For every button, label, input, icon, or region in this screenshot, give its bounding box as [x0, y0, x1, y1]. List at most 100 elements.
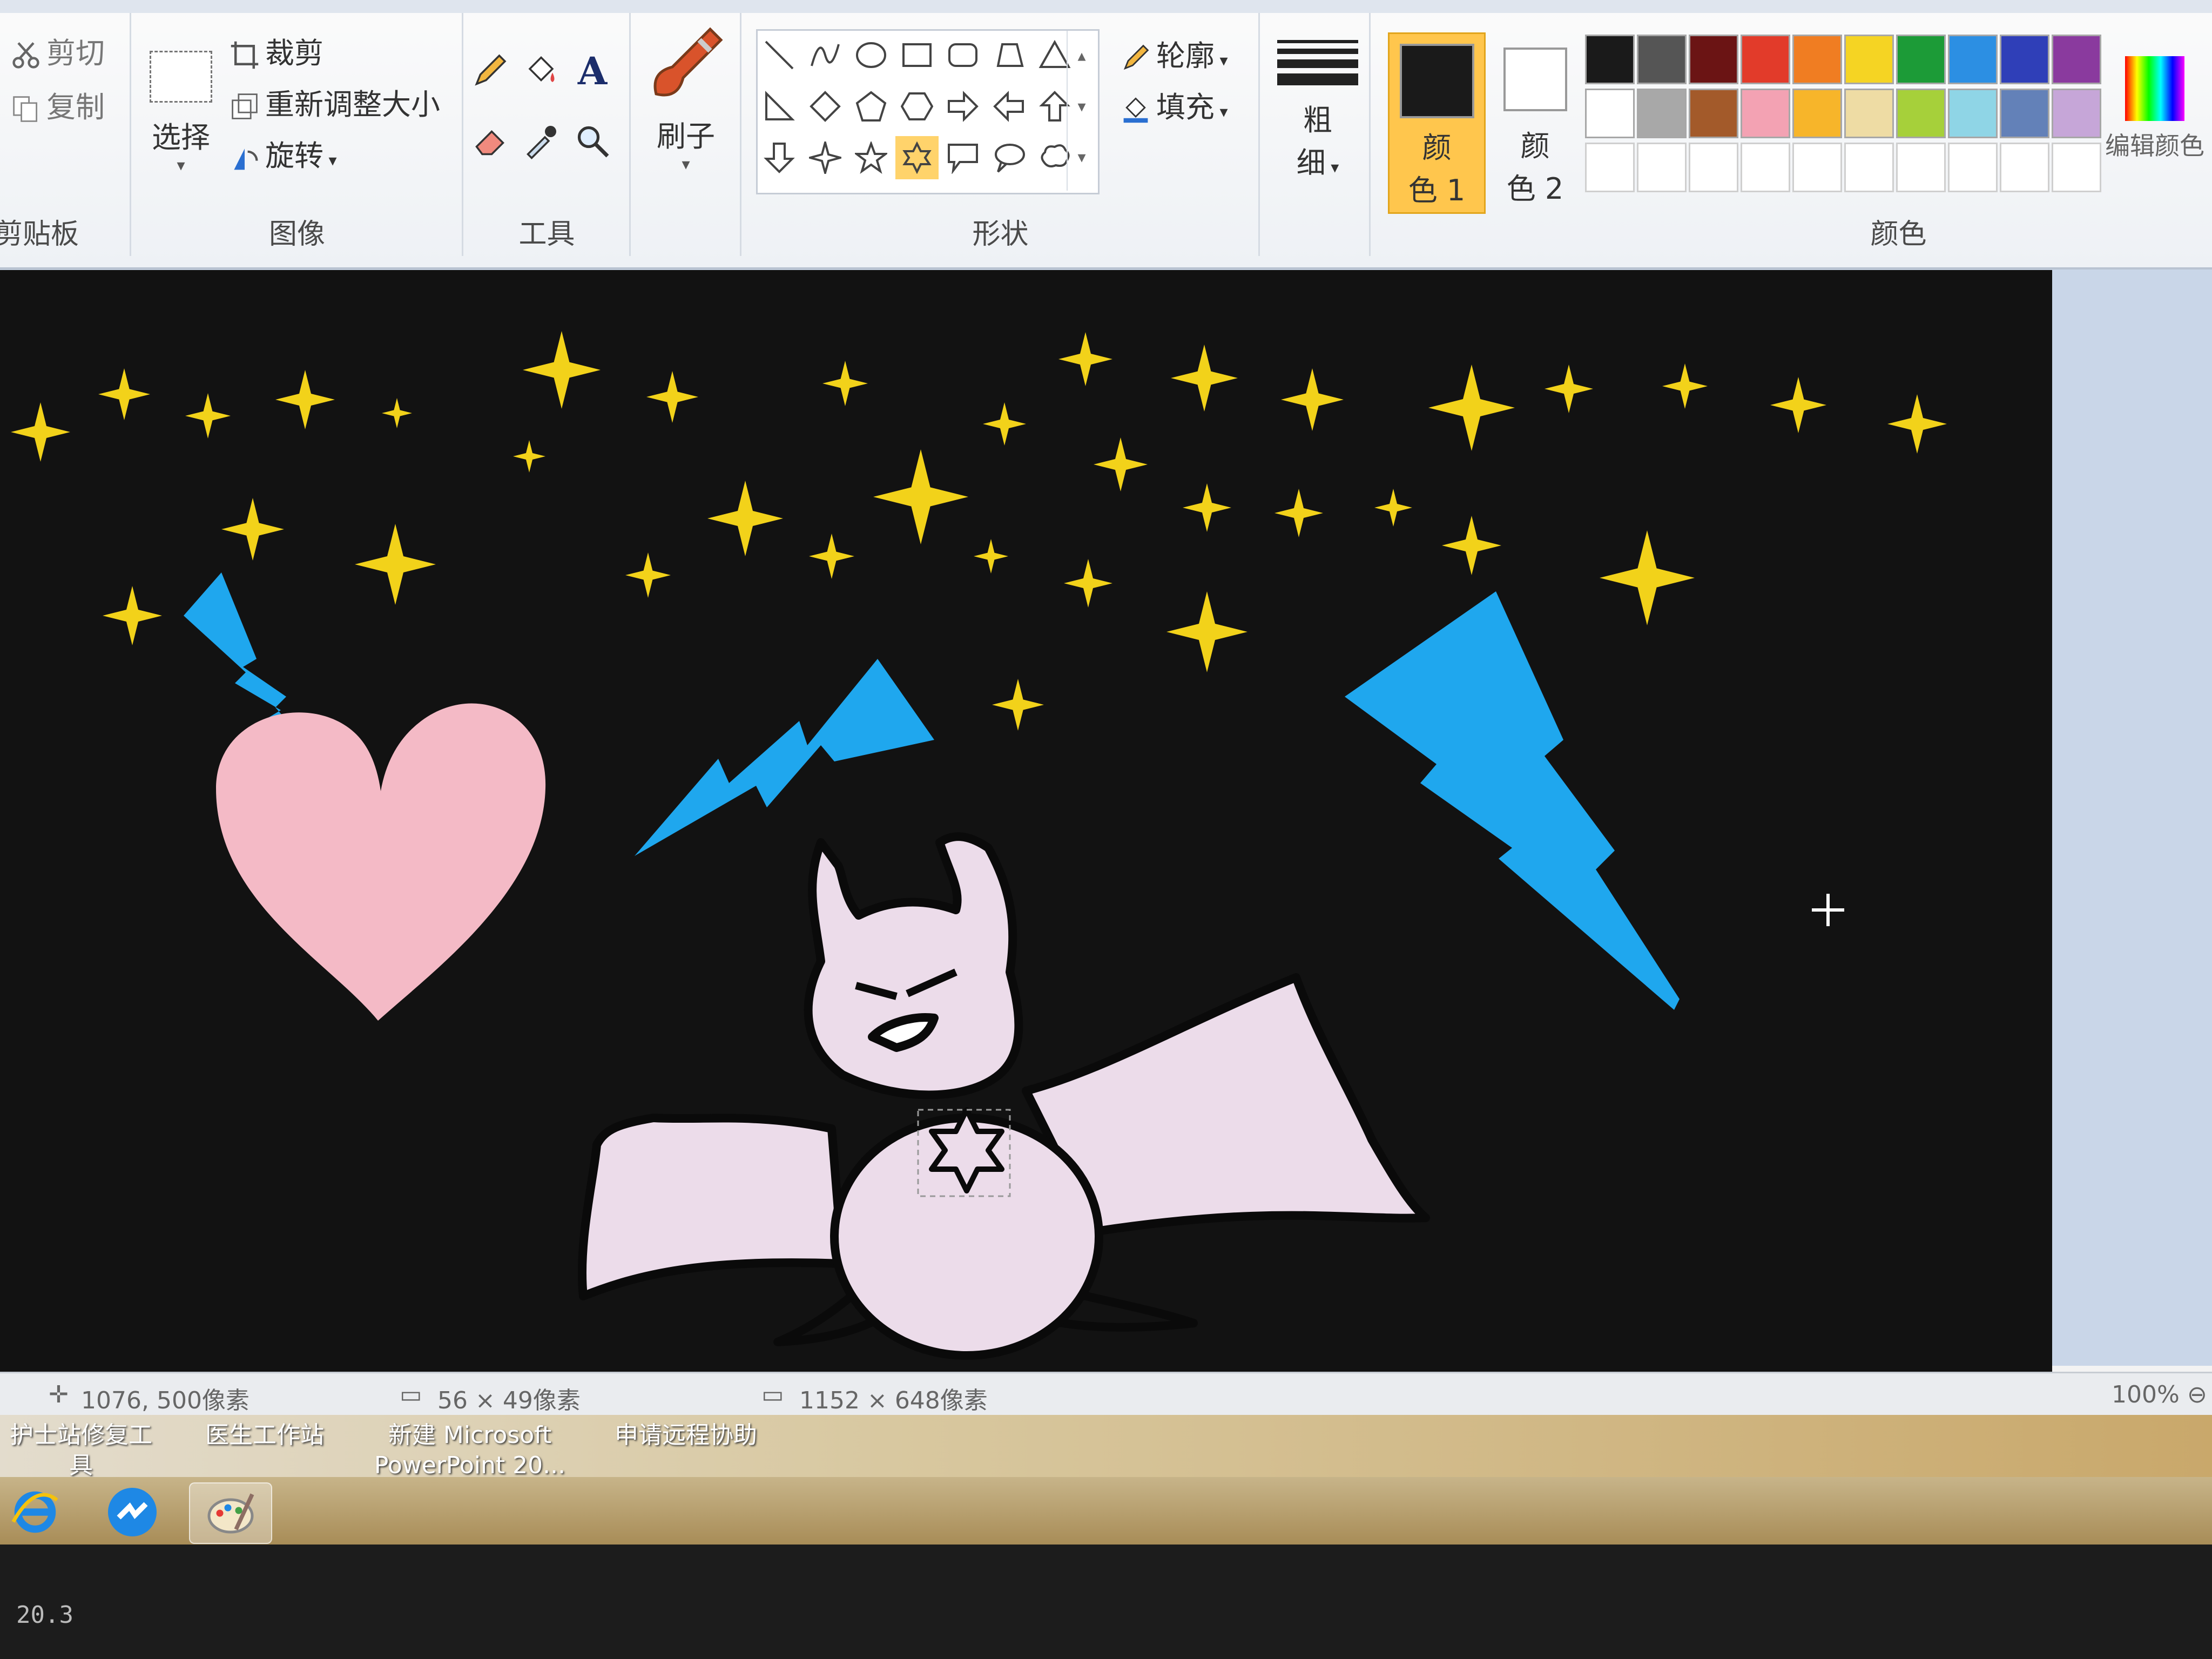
- custom-color-slot[interactable]: [1585, 143, 1635, 192]
- image-group: 选择 ▾ 裁剪 重新调整大小 旋转 ▾ 图像: [132, 13, 463, 256]
- crosshair-cursor-icon: [1812, 894, 1844, 926]
- desktop-icon-new-powerpoint[interactable]: 新建 Microsoft PowerPoint 20...: [367, 1420, 572, 1481]
- cut-button[interactable]: 剪切: [11, 29, 105, 72]
- palette-color-swatch[interactable]: [1689, 89, 1738, 138]
- tools-group: A 工具: [464, 13, 631, 256]
- palette-color-swatch[interactable]: [1792, 89, 1842, 138]
- drawing-canvas[interactable]: [0, 270, 2052, 1380]
- palette-color-swatch[interactable]: [1896, 35, 1946, 84]
- rotate-button[interactable]: 旋转 ▾: [230, 132, 337, 174]
- sparkle: [1281, 368, 1344, 431]
- copy-button[interactable]: 复制: [11, 83, 105, 126]
- shape-diamond[interactable]: [804, 85, 847, 128]
- custom-color-slot[interactable]: [2052, 143, 2101, 192]
- fill-tool[interactable]: [516, 45, 567, 96]
- taskbar-paint[interactable]: [189, 1482, 272, 1544]
- size-dropdown-icon: ▾: [1325, 158, 1339, 177]
- palette-color-swatch[interactable]: [1844, 35, 1894, 84]
- shape-hexagon[interactable]: [895, 85, 939, 128]
- outline-button[interactable]: 轮廓 ▾: [1121, 32, 1228, 75]
- palette-color-swatch[interactable]: [2000, 35, 2049, 84]
- brushes-button[interactable]: 刷子 ▾: [643, 24, 729, 197]
- pink-heart: [216, 703, 546, 1021]
- palette-color-swatch[interactable]: [1689, 35, 1738, 84]
- palette-color-swatch[interactable]: [1896, 89, 1946, 138]
- sparkle: [1064, 559, 1112, 608]
- colors-group-label: 颜色: [1870, 218, 1927, 251]
- shape-rectangle[interactable]: [895, 33, 939, 77]
- palette-color-swatch[interactable]: [2052, 35, 2101, 84]
- palette-color-swatch[interactable]: [1585, 35, 1635, 84]
- resize-button[interactable]: 重新调整大小: [230, 80, 440, 123]
- shape-four-point-star[interactable]: [804, 136, 847, 179]
- palette-color-swatch[interactable]: [1741, 35, 1790, 84]
- palette-color-swatch[interactable]: [1948, 35, 1998, 84]
- shape-six-point-star-selected[interactable]: [895, 136, 939, 179]
- taskbar-app-2[interactable]: [92, 1482, 173, 1542]
- taskbar-ie[interactable]: [0, 1482, 76, 1542]
- custom-color-slot[interactable]: [1637, 143, 1687, 192]
- color1-button[interactable]: 颜 色 1: [1388, 32, 1486, 214]
- shape-oval-callout[interactable]: [987, 136, 1030, 179]
- crop-button[interactable]: 裁剪: [230, 29, 323, 72]
- shape-down-arrow[interactable]: [758, 136, 801, 179]
- custom-color-slot[interactable]: [1896, 143, 1946, 192]
- shape-polygon[interactable]: [987, 33, 1030, 77]
- eraser-tool[interactable]: [464, 116, 515, 166]
- custom-color-slot[interactable]: [1948, 143, 1998, 192]
- shape-rounded-rectangle[interactable]: [941, 33, 984, 77]
- shape-pentagon[interactable]: [849, 85, 893, 128]
- shape-right-triangle[interactable]: [758, 85, 801, 128]
- shape-curve[interactable]: [804, 33, 847, 77]
- shapes-group-label: 形状: [972, 218, 1029, 251]
- magnifier-tool[interactable]: [567, 116, 618, 166]
- custom-color-slot[interactable]: [1689, 143, 1738, 192]
- sparkle: [1058, 332, 1112, 386]
- sparkle: [98, 368, 150, 420]
- selection-size-icon: ▭: [400, 1381, 422, 1408]
- custom-color-slot[interactable]: [2000, 143, 2049, 192]
- palette-color-swatch[interactable]: [1741, 89, 1790, 138]
- sparkle: [809, 534, 854, 579]
- palette-color-swatch[interactable]: [2000, 89, 2049, 138]
- palette-color-swatch[interactable]: [1844, 89, 1894, 138]
- brush-icon: [653, 27, 723, 97]
- shape-rect-callout[interactable]: [941, 136, 984, 179]
- fill-button[interactable]: 填充 ▾: [1121, 83, 1228, 126]
- resize-label: 重新调整大小: [265, 87, 440, 122]
- shapes-scrollbar[interactable]: ▴ ▾ ▾: [1067, 31, 1096, 191]
- desktop-icon-doctor-workstation[interactable]: 医生工作站: [194, 1420, 335, 1451]
- selection-size: 56 × 49像素: [437, 1387, 581, 1414]
- custom-color-slot[interactable]: [1741, 143, 1790, 192]
- shape-right-arrow[interactable]: [941, 85, 984, 128]
- sparkle: [11, 402, 70, 462]
- palette-color-swatch[interactable]: [2052, 89, 2101, 138]
- size-button[interactable]: 粗 细 ▾: [1277, 35, 1358, 213]
- palette-color-swatch[interactable]: [1792, 35, 1842, 84]
- size-group: 粗 细 ▾: [1261, 13, 1371, 256]
- shape-oval[interactable]: [849, 33, 893, 77]
- shape-line[interactable]: [758, 33, 801, 77]
- shape-left-arrow[interactable]: [987, 85, 1030, 128]
- edit-colors-button[interactable]: 编辑颜色: [2101, 56, 2209, 197]
- color2-button[interactable]: 颜 色 2: [1488, 32, 1582, 211]
- custom-color-slot[interactable]: [1844, 143, 1894, 192]
- palette-color-swatch[interactable]: [1948, 89, 1998, 138]
- pencil-tool[interactable]: [464, 45, 515, 96]
- color-picker-tool[interactable]: [516, 116, 567, 166]
- text-tool[interactable]: A: [567, 45, 618, 96]
- fill-label: 填充: [1156, 90, 1215, 124]
- image-group-label: 图像: [268, 218, 325, 251]
- select-button[interactable]: 选择 ▾: [143, 29, 219, 191]
- desktop-icon-nurse-repair-tool[interactable]: 护士站修复工 具: [0, 1420, 162, 1481]
- zoom-out-icon[interactable]: ⊖: [2187, 1381, 2207, 1408]
- palette-color-swatch[interactable]: [1637, 89, 1687, 138]
- shape-five-point-star[interactable]: [849, 136, 893, 179]
- palette-color-swatch[interactable]: [1585, 89, 1635, 138]
- cursor-position: 1076, 500像素: [81, 1387, 249, 1414]
- desktop-icon-remote-assistance[interactable]: 申请远程协助: [605, 1420, 767, 1451]
- palette-color-swatch[interactable]: [1637, 35, 1687, 84]
- custom-color-slot[interactable]: [1792, 143, 1842, 192]
- fill-dropdown-icon: ▾: [1215, 103, 1228, 122]
- sparkle: [1183, 483, 1231, 532]
